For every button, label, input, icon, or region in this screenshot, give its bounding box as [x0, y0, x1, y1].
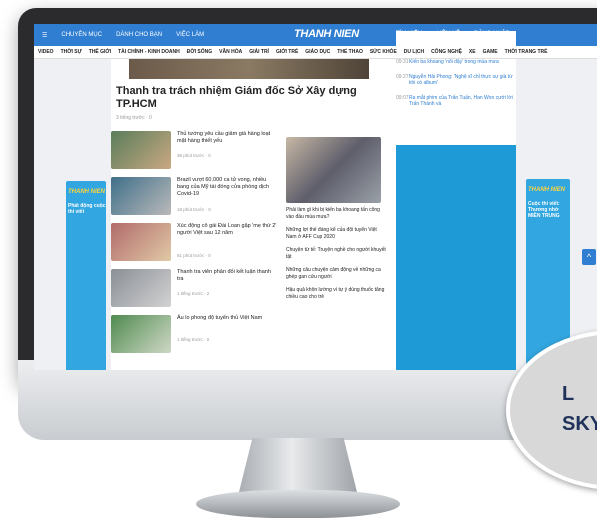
- featured-image[interactable]: [286, 137, 381, 203]
- menu-item[interactable]: ĐỜI SỐNG: [187, 49, 212, 55]
- news-thumbnail[interactable]: [111, 315, 171, 353]
- menu-item[interactable]: THỂ THAO: [337, 49, 363, 55]
- news-thumbnail[interactable]: [111, 223, 171, 261]
- timeline-text[interactable]: Nguyễn Hải Phong: 'Nghệ sĩ chỉ thực sự g…: [409, 74, 516, 87]
- timeline-item[interactable]: 09:27 Nguyễn Hải Phong: 'Nghệ sĩ chỉ thự…: [396, 74, 516, 87]
- menu-item[interactable]: CÔNG NGHỆ: [431, 49, 462, 55]
- middle-news-item[interactable]: Phải làm gì khi bị kiến ba khoang tấn cô…: [286, 207, 386, 220]
- middle-news-item[interactable]: Những lợi thế đáng kể của đội tuyển Việt…: [286, 227, 386, 240]
- news-thumbnail[interactable]: [111, 177, 171, 215]
- menu-item[interactable]: VIDEO: [38, 49, 54, 55]
- menu-item[interactable]: GIÁO DỤC: [305, 49, 330, 55]
- timeline-time: 09:31: [396, 59, 409, 65]
- menu-item[interactable]: XE: [469, 49, 476, 55]
- news-title[interactable]: Brazil vượt 60.000 ca tử vong, nhiều ban…: [177, 177, 277, 198]
- brand-logo[interactable]: THANH NIEN: [294, 28, 359, 40]
- hero-image[interactable]: [129, 59, 369, 79]
- menu-icon[interactable]: ☰: [42, 32, 47, 39]
- news-meta: 1 tiếng trước · 2: [177, 291, 210, 296]
- scroll-up-button[interactable]: ^: [582, 249, 596, 265]
- news-item[interactable]: Thủ tướng yêu cầu giảm giá hàng loạt mặt…: [111, 131, 281, 175]
- middle-news-list: Phải làm gì khi bị kiến ba khoang tấn cô…: [286, 207, 386, 307]
- news-item[interactable]: Thanh tra viên phản đối kết luận thanh t…: [111, 269, 281, 313]
- news-meta: 51 phút trước · 0: [177, 253, 211, 258]
- news-item[interactable]: Âu lo phong độ tuyển thủ Việt Nam 1 tiến…: [111, 315, 281, 359]
- topbar-item-viec-lam[interactable]: VIỆC LÀM: [176, 32, 204, 38]
- timeline-text[interactable]: Ra mắt phim của Trấn Tuấn, Han Won cưới …: [409, 95, 516, 108]
- news-title[interactable]: Thủ tướng yêu cầu giảm giá hàng loạt mặt…: [177, 131, 277, 145]
- hero-meta: 3 tiếng trước · 0: [116, 115, 152, 121]
- news-thumbnail[interactable]: [111, 269, 171, 307]
- timeline-item[interactable]: 09:07 Ra mắt phim của Trấn Tuấn, Han Won…: [396, 95, 516, 108]
- monitor-stand-base: [196, 490, 400, 518]
- news-meta: 18 phút trước · 0: [177, 207, 211, 212]
- ad-subtitle: Phát động cuộc thi viết: [68, 203, 106, 215]
- bubble-text: L SKY: [562, 383, 597, 435]
- page-content: THANH NIEN Phát động cuộc thi viết Thanh…: [34, 59, 597, 370]
- right-column: 09:31 Kiến ba khoang 'nổi dậy' trong mùa…: [396, 59, 516, 370]
- menu-item[interactable]: GAME: [483, 49, 498, 55]
- middle-news-item[interactable]: Hậu quả khôn lường vì tự ý dùng thuốc tă…: [286, 287, 386, 300]
- middle-news-item[interactable]: Chuyện từ tế: Truyện nghề cho người khuy…: [286, 247, 386, 260]
- menu-item[interactable]: GIỚI TRẺ: [276, 49, 298, 55]
- browser-screen: ☰ CHUYÊN MỤC DÀNH CHO BẠN VIỆC LÀM THANH…: [34, 24, 597, 370]
- news-title[interactable]: Thanh tra viên phản đối kết luận thanh t…: [177, 269, 277, 283]
- ad-brand: THANH NIEN: [68, 189, 105, 195]
- timeline-time: 09:07: [396, 94, 409, 101]
- news-thumbnail[interactable]: [111, 131, 171, 169]
- timeline-item[interactable]: 09:31 Kiến ba khoang 'nổi dậy' trong mùa…: [396, 59, 516, 66]
- menu-item[interactable]: GIẢI TRÍ: [249, 49, 269, 55]
- menu-item[interactable]: TÀI CHÍNH - KINH DOANH: [118, 49, 180, 55]
- menu-item[interactable]: THỜI SỰ: [61, 49, 82, 55]
- category-menu: VIDEO THỜI SỰ THẾ GIỚI TÀI CHÍNH - KINH …: [34, 46, 597, 59]
- menu-item[interactable]: VĂN HÓA: [219, 49, 242, 55]
- news-meta: 38 phút trước · 0: [177, 153, 211, 158]
- timeline-time: 09:27: [396, 73, 409, 80]
- left-banner-ad[interactable]: THANH NIEN Phát động cuộc thi viết: [66, 181, 106, 370]
- main-column: Thanh tra trách nhiệm Giám đốc Sở Xây dự…: [111, 59, 396, 370]
- hero-headline[interactable]: Thanh tra trách nhiệm Giám đốc Sở Xây dự…: [116, 85, 396, 111]
- timeline-list: 09:31 Kiến ba khoang 'nổi dậy' trong mùa…: [396, 59, 516, 116]
- monitor-mockup: ☰ CHUYÊN MỤC DÀNH CHO BẠN VIỆC LÀM THANH…: [0, 0, 597, 529]
- menu-item[interactable]: DU LỊCH: [404, 49, 424, 55]
- middle-news-item[interactable]: Những câu chuyện cảm động về những ca gh…: [286, 267, 386, 280]
- monitor-stand-neck: [238, 438, 358, 496]
- menu-item[interactable]: SỨC KHỎE: [370, 49, 397, 55]
- timeline-text[interactable]: Kiến ba khoang 'nổi dậy' trong mùa mưa: [409, 59, 499, 66]
- menu-item[interactable]: THẾ GIỚI: [89, 49, 111, 55]
- news-meta: 1 tiếng trước · 0: [177, 337, 210, 342]
- menu-item[interactable]: THỜI TRANG TRẺ: [505, 49, 548, 55]
- topbar-item-chuyen-muc[interactable]: CHUYÊN MỤC: [61, 32, 102, 38]
- news-title[interactable]: Xúc động cô gái Đài Loan gặp 'mẹ thứ 2' …: [177, 223, 277, 237]
- top-navigation-bar: ☰ CHUYÊN MỤC DÀNH CHO BẠN VIỆC LÀM THANH…: [34, 24, 597, 342]
- ad-brand: THANH NIEN: [528, 187, 565, 193]
- ad-subtitle: Cuộc thi viết: Thương nhớ MIỀN TRUNG: [528, 201, 560, 219]
- news-item[interactable]: Brazil vượt 60.000 ca tử vong, nhiều ban…: [111, 177, 281, 221]
- news-title[interactable]: Âu lo phong độ tuyển thủ Việt Nam: [177, 315, 277, 322]
- topbar-item-danh-cho-ban[interactable]: DÀNH CHO BẠN: [116, 32, 162, 38]
- news-item[interactable]: Xúc động cô gái Đài Loan gặp 'mẹ thứ 2' …: [111, 223, 281, 267]
- blue-ad-block[interactable]: [396, 145, 516, 370]
